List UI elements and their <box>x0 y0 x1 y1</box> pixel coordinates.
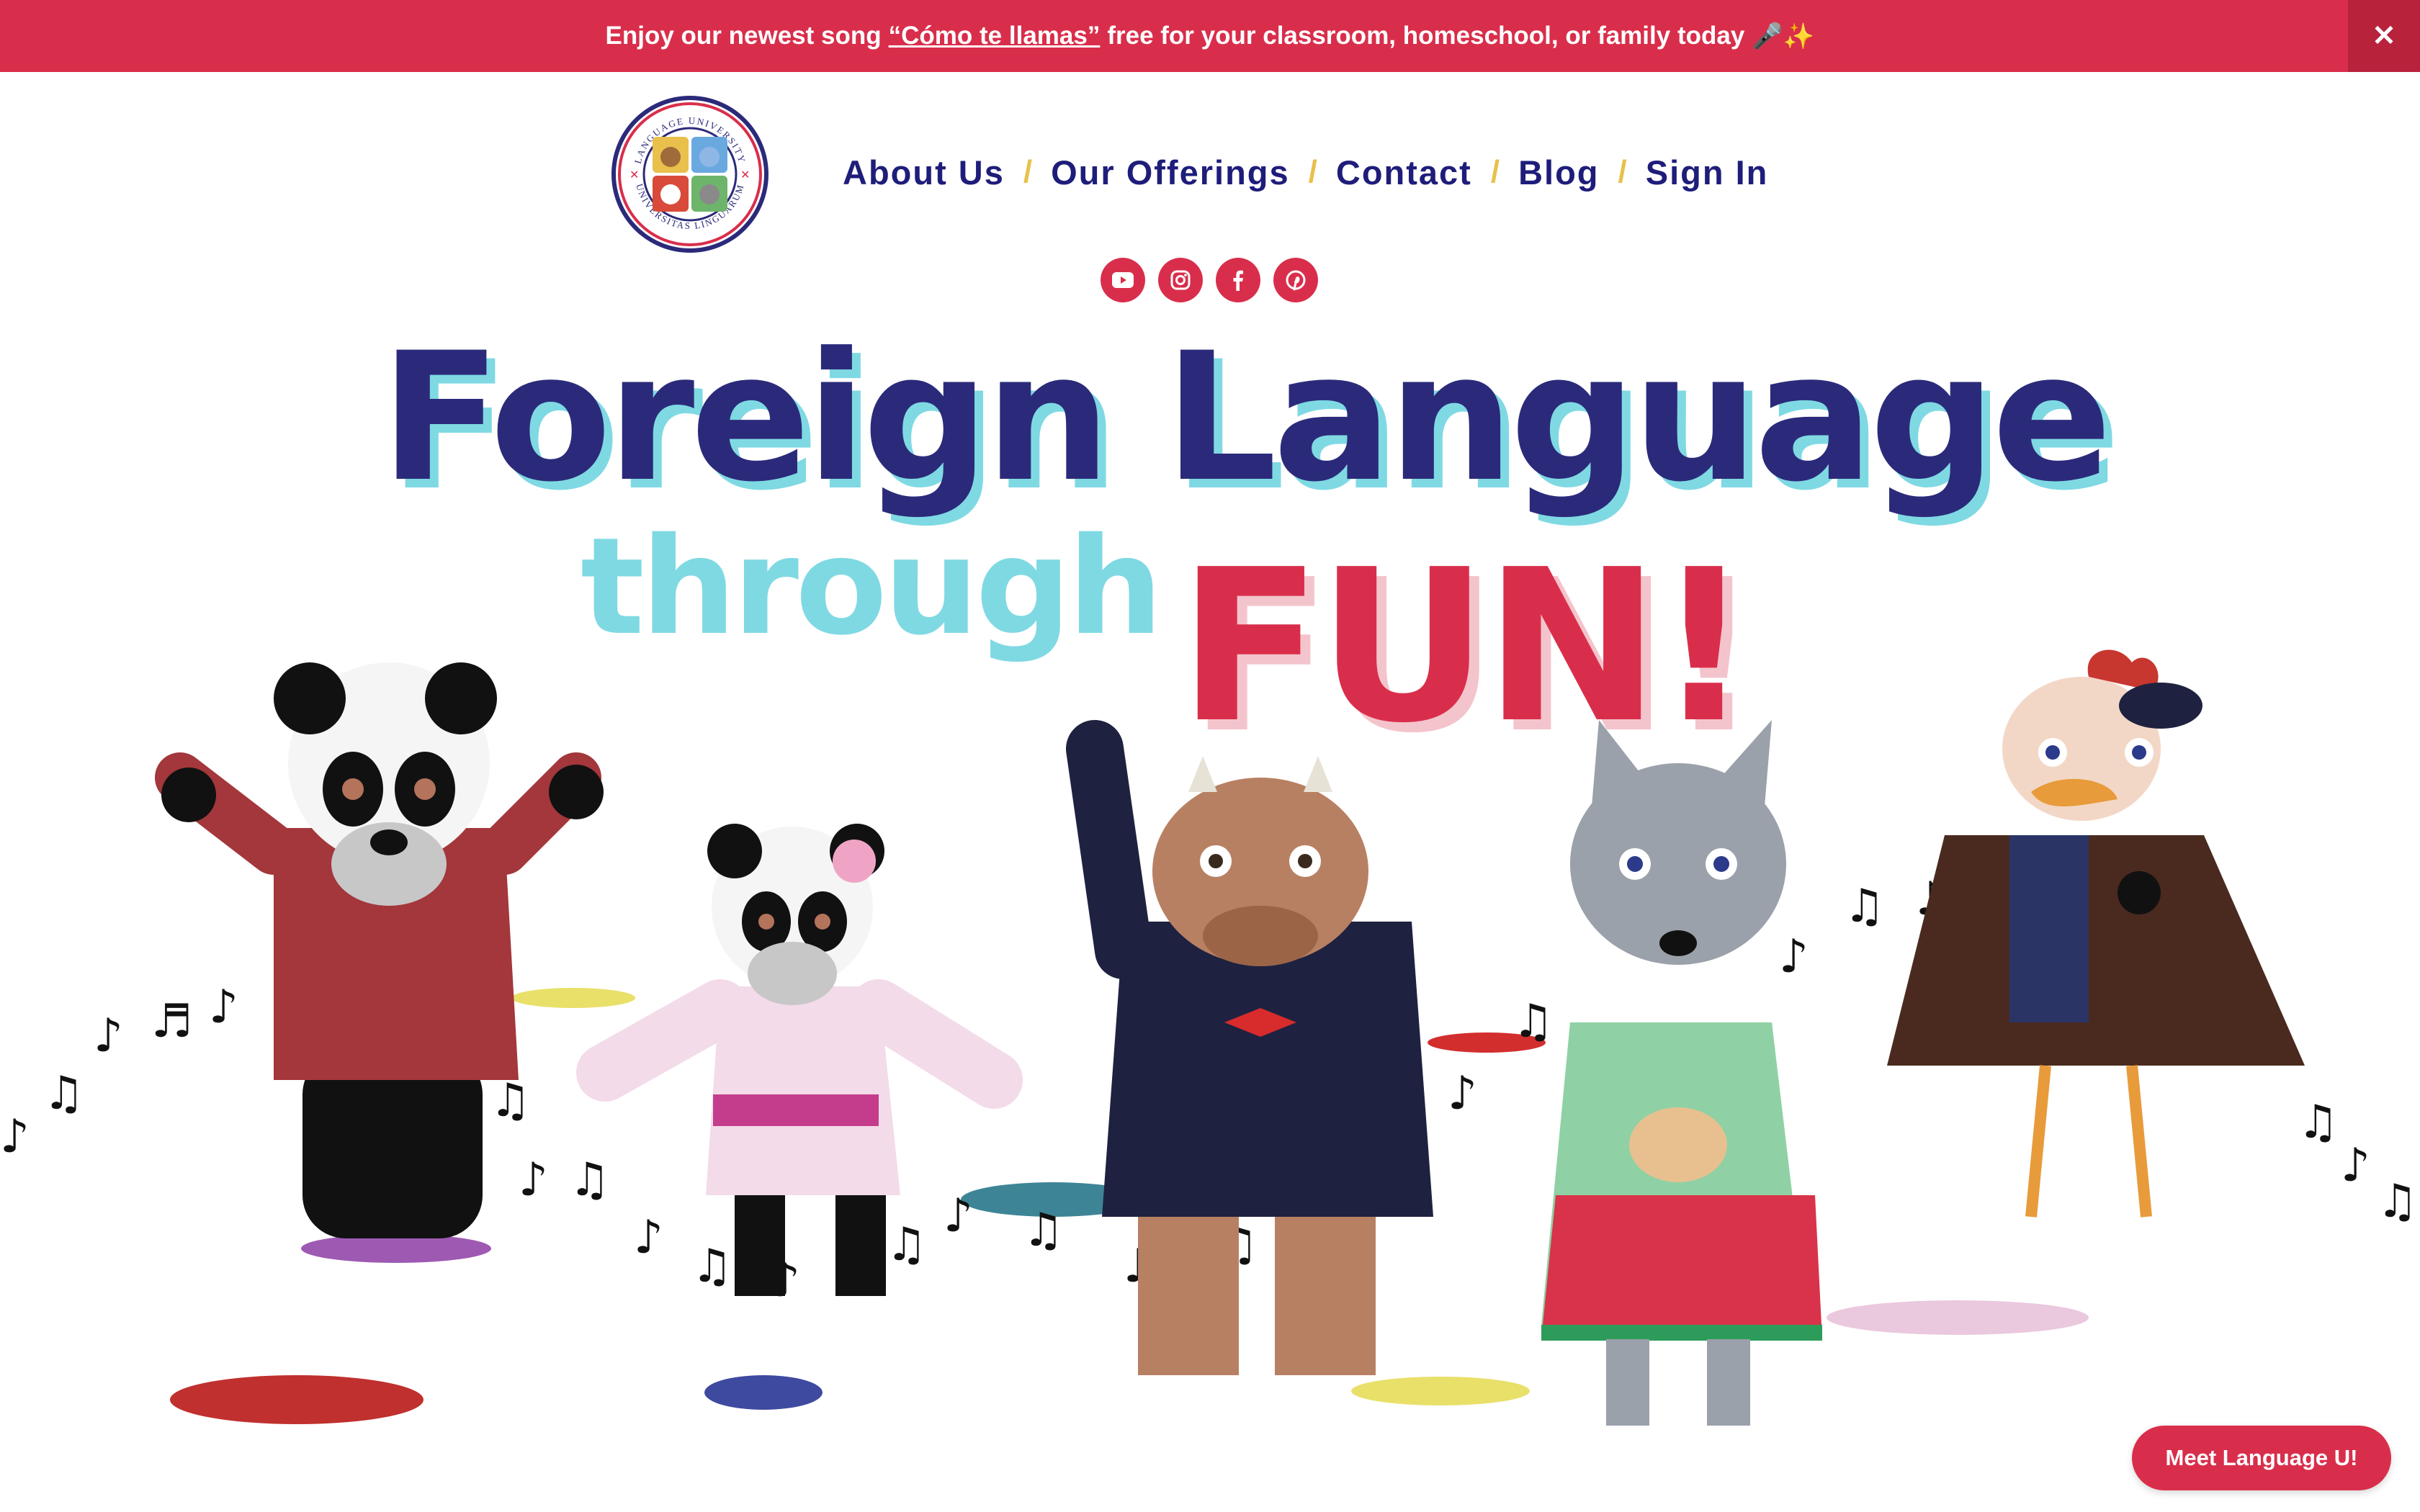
announcement-song-link[interactable]: “Cómo te llamas” <box>889 22 1101 50</box>
svg-text:♫: ♫ <box>2377 1175 2418 1228</box>
svg-text:♪: ♪ <box>0 1110 30 1164</box>
svg-text:✕: ✕ <box>629 169 639 181</box>
svg-text:♪: ♪ <box>94 1009 123 1063</box>
svg-text:♫: ♫ <box>1023 1204 1064 1257</box>
close-icon: ✕ <box>2372 20 2396 52</box>
rooster-singer <box>1887 649 2305 1218</box>
nav-separator: / <box>1490 154 1500 189</box>
svg-text:♫: ♫ <box>1512 995 1554 1048</box>
nav-about-us[interactable]: About Us <box>843 153 1005 192</box>
nav-our-offerings[interactable]: Our Offerings <box>1051 153 1290 192</box>
svg-text:♪: ♪ <box>519 1153 548 1207</box>
svg-text:♪: ♪ <box>1448 1067 1477 1120</box>
announcement-suffix: free for your classroom, homeschool, or … <box>1107 22 1745 50</box>
facebook-icon[interactable] <box>1216 258 1260 302</box>
site-logo[interactable]: LANGUAGE UNIVERSITY UNIVERSITAS LINGUARU… <box>611 95 769 253</box>
hero-illustration: ♪♫♪♬ ♪♫♪♫ ♪♫♪♫ ♪♫♪♫ ♪♫♪♫ ♪♫♪♫ ♪♫ <box>0 649 2418 1426</box>
youtube-icon[interactable] <box>1101 258 1145 302</box>
meet-language-u-button[interactable]: Meet Language U! <box>2132 1426 2391 1490</box>
svg-text:♫: ♫ <box>691 1240 732 1293</box>
svg-text:♪: ♪ <box>209 981 238 1034</box>
close-announcement-button[interactable]: ✕ <box>2348 0 2420 72</box>
svg-text:♫: ♫ <box>43 1067 84 1120</box>
main-nav: About Us / Our Offerings / Contact / Blo… <box>843 150 1768 194</box>
nav-blog[interactable]: Blog <box>1518 153 1599 192</box>
nav-sign-in[interactable]: Sign In <box>1646 153 1769 192</box>
announcement-bar: Enjoy our newest song “Cómo te llamas” f… <box>0 0 2420 72</box>
svg-text:✕: ✕ <box>740 169 750 181</box>
bull-tuxedo <box>1066 720 1433 1375</box>
svg-text:♫: ♫ <box>886 1218 927 1272</box>
panda-red-jacket <box>155 662 604 1238</box>
social-links <box>1101 258 1318 302</box>
svg-text:♬: ♬ <box>151 995 192 1048</box>
nav-contact[interactable]: Contact <box>1336 153 1472 192</box>
svg-text:♪: ♪ <box>1779 930 1809 984</box>
svg-text:♪: ♪ <box>944 1189 973 1243</box>
svg-text:♪: ♪ <box>634 1211 663 1264</box>
wolf-folk-dress <box>1541 720 1822 1426</box>
pinterest-icon[interactable] <box>1273 258 1318 302</box>
nav-separator: / <box>1308 154 1317 189</box>
nav-separator: / <box>1618 154 1627 189</box>
announcement-emoji: 🎤✨ <box>1752 22 1815 50</box>
svg-text:♫: ♫ <box>569 1153 610 1207</box>
svg-text:♫: ♫ <box>490 1074 531 1128</box>
instagram-icon[interactable] <box>1158 258 1203 302</box>
nav-separator: / <box>1023 154 1033 189</box>
svg-text:♫: ♫ <box>2298 1096 2339 1149</box>
svg-text:♫: ♫ <box>1844 880 1885 933</box>
hero-line-foreign-language: Foreign Language <box>380 315 2112 521</box>
svg-text:♪: ♪ <box>2341 1139 2370 1192</box>
announcement-prefix: Enjoy our newest song <box>605 22 882 50</box>
panda-pink-kimono <box>576 824 1023 1296</box>
hero-line-through: through <box>581 508 1163 665</box>
